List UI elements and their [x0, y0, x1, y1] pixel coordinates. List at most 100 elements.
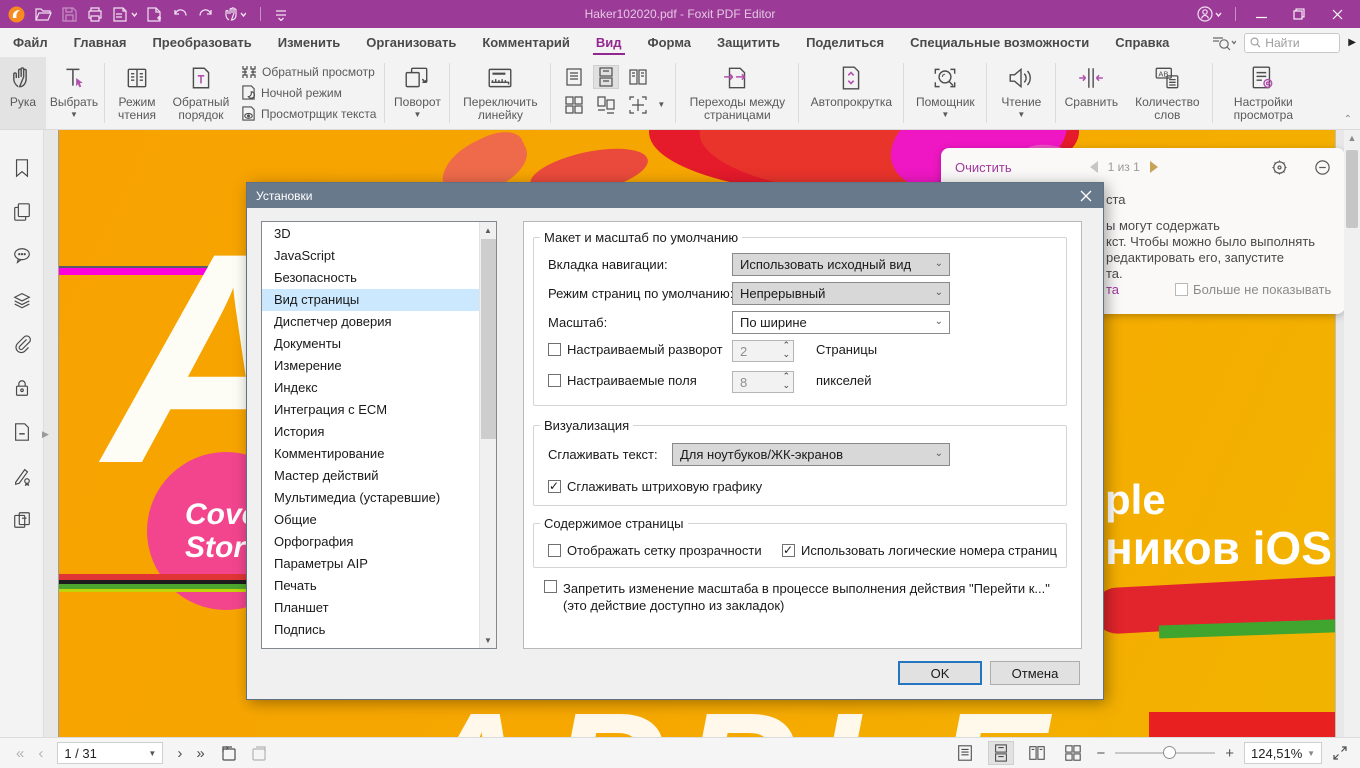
menu-view[interactable]: Вид: [583, 28, 635, 57]
dialog-titlebar[interactable]: Установки: [247, 183, 1103, 208]
previous-view-icon[interactable]: [219, 745, 237, 761]
last-page-icon[interactable]: »: [196, 745, 204, 762]
view-settings-button[interactable]: Настройки просмотра: [1215, 57, 1311, 129]
comments-panel-icon[interactable]: [12, 246, 32, 266]
category-item[interactable]: Печать: [262, 575, 479, 597]
reverse-order-button[interactable]: Обратный порядок: [167, 57, 235, 129]
prev-notification-icon[interactable]: [1089, 161, 1098, 173]
category-item[interactable]: Орфография: [262, 531, 479, 553]
menu-form[interactable]: Форма: [635, 28, 704, 57]
category-item[interactable]: 3D: [262, 223, 479, 245]
forbid-zoom-checkbox[interactable]: [544, 580, 557, 593]
smooth-text-combobox[interactable]: Для ноутбуков/ЖК-экранов ⌄: [672, 443, 950, 466]
search-options-icon[interactable]: [1212, 35, 1237, 51]
account-icon[interactable]: [1193, 0, 1227, 28]
page-number-field[interactable]: 1 / 31 ▼: [57, 742, 164, 764]
category-item[interactable]: Индекс: [262, 377, 479, 399]
category-listbox[interactable]: 3D JavaScript Безопасность Вид страницы …: [261, 221, 497, 649]
hand-tool-button[interactable]: Рука: [0, 57, 46, 129]
category-item[interactable]: Параметры AIP: [262, 553, 479, 575]
category-item[interactable]: Документы: [262, 333, 479, 355]
category-item[interactable]: Подпись: [262, 619, 479, 641]
menu-accessibility[interactable]: Специальные возможности: [897, 28, 1102, 57]
read-mode-button[interactable]: Режим чтения: [107, 57, 167, 129]
category-item[interactable]: Интеграция с ECM: [262, 399, 479, 421]
word-count-button[interactable]: AB Количество слов: [1124, 57, 1210, 129]
compare-button[interactable]: Сравнить: [1058, 57, 1124, 129]
menu-home[interactable]: Главная: [61, 28, 140, 57]
category-item[interactable]: История: [262, 421, 479, 443]
next-page-icon[interactable]: ›: [177, 745, 182, 762]
print-preview-icon[interactable]: [113, 6, 137, 22]
custom-spread-spinner[interactable]: 2 ⌃ ⌄: [732, 340, 794, 362]
dialog-close-icon[interactable]: [1069, 183, 1103, 208]
menu-file[interactable]: Файл: [0, 28, 61, 57]
page-mode-combobox[interactable]: Непрерывный ⌄: [732, 282, 950, 305]
signature-panel-icon[interactable]: [12, 466, 32, 486]
assistant-button[interactable]: Помощник ▼: [906, 57, 984, 129]
scroll-up-icon[interactable]: ▲: [480, 222, 496, 238]
scrollbar-thumb[interactable]: [1346, 150, 1358, 228]
security-panel-icon[interactable]: [12, 378, 32, 398]
list-scrollbar[interactable]: ▲ ▼: [479, 222, 496, 648]
content-panel-icon[interactable]: [12, 510, 32, 530]
clear-link[interactable]: Очистить: [955, 160, 1012, 175]
menu-edit[interactable]: Изменить: [265, 28, 354, 57]
restore-button[interactable]: [1282, 0, 1316, 28]
prev-page-icon[interactable]: ‹: [38, 745, 43, 762]
spinner-arrows-icon[interactable]: ⌃ ⌄: [782, 372, 790, 390]
fullscreen-icon[interactable]: [1332, 745, 1348, 761]
zoom-level-field[interactable]: 124,51% ▼: [1244, 742, 1322, 764]
read-aloud-button[interactable]: Чтение ▼: [989, 57, 1053, 129]
first-page-icon[interactable]: «: [16, 745, 24, 762]
category-item[interactable]: Безопасность: [262, 267, 479, 289]
chevron-down-icon[interactable]: ▼: [657, 101, 665, 109]
save-icon[interactable]: [62, 6, 77, 22]
vertical-scrollbar[interactable]: ▲: [1344, 130, 1360, 737]
toggle-ruler-button[interactable]: Переключить линейку: [452, 57, 548, 129]
open-file-icon[interactable]: [35, 7, 52, 22]
rotate-button[interactable]: Поворот ▼: [387, 57, 447, 129]
nav-tab-combobox[interactable]: Использовать исходный вид ⌄: [732, 253, 950, 276]
facing-continuous-icon[interactable]: [593, 93, 619, 117]
menu-help[interactable]: Справка: [1102, 28, 1182, 57]
spinner-arrows-icon[interactable]: ⌃ ⌄: [782, 341, 790, 359]
autoscroll-button[interactable]: Автопрокрутка: [801, 57, 901, 129]
hand-tool-icon[interactable]: [224, 6, 246, 22]
ok-button[interactable]: OK: [898, 661, 982, 685]
dont-show-checkbox[interactable]: [1175, 283, 1189, 296]
custom-margin-spinner[interactable]: 8 ⌃ ⌄: [732, 371, 794, 393]
search-input[interactable]: Найти: [1244, 32, 1341, 53]
customize-qat-icon[interactable]: [275, 7, 287, 21]
next-notification-icon[interactable]: [1149, 161, 1158, 173]
custom-margin-checkbox[interactable]: [548, 374, 561, 387]
category-item[interactable]: Общие: [262, 509, 479, 531]
category-item[interactable]: Мультимедиа (устаревшие): [262, 487, 479, 509]
undo-icon[interactable]: [172, 7, 188, 21]
category-item-selected[interactable]: Вид страницы: [262, 289, 479, 311]
menu-organize[interactable]: Организовать: [353, 28, 469, 57]
notification-link[interactable]: та: [1106, 282, 1119, 297]
menu-share[interactable]: Поделиться: [793, 28, 897, 57]
attachments-panel-icon[interactable]: [12, 334, 32, 354]
category-item[interactable]: Планшет: [262, 597, 479, 619]
menu-convert[interactable]: Преобразовать: [139, 28, 264, 57]
menu-overflow-arrow[interactable]: ▶: [1348, 37, 1356, 48]
quad-pages-icon[interactable]: [561, 93, 587, 117]
facing-pages-icon[interactable]: [625, 65, 651, 89]
collapse-ribbon-icon[interactable]: ⌃: [1344, 114, 1352, 125]
minimize-button[interactable]: [1244, 0, 1278, 28]
text-viewer-button[interactable]: Просмотрщик текста: [241, 106, 376, 121]
expand-panel-arrow-icon[interactable]: ▶: [42, 426, 52, 442]
bookmarks-panel-icon[interactable]: [12, 158, 32, 178]
zoom-slider[interactable]: [1115, 746, 1216, 759]
reverse-view-button[interactable]: Обратный просмотр: [241, 65, 376, 79]
zoom-out-icon[interactable]: −: [1096, 745, 1105, 762]
continuous-page-icon[interactable]: [593, 65, 620, 89]
layers-panel-icon[interactable]: [12, 290, 32, 310]
transparency-grid-checkbox[interactable]: [548, 544, 561, 557]
night-mode-button[interactable]: Ночной режим: [241, 85, 376, 100]
category-item[interactable]: Мастер действий: [262, 465, 479, 487]
cancel-button[interactable]: Отмена: [990, 661, 1080, 685]
notification-settings-icon[interactable]: [1271, 159, 1288, 176]
